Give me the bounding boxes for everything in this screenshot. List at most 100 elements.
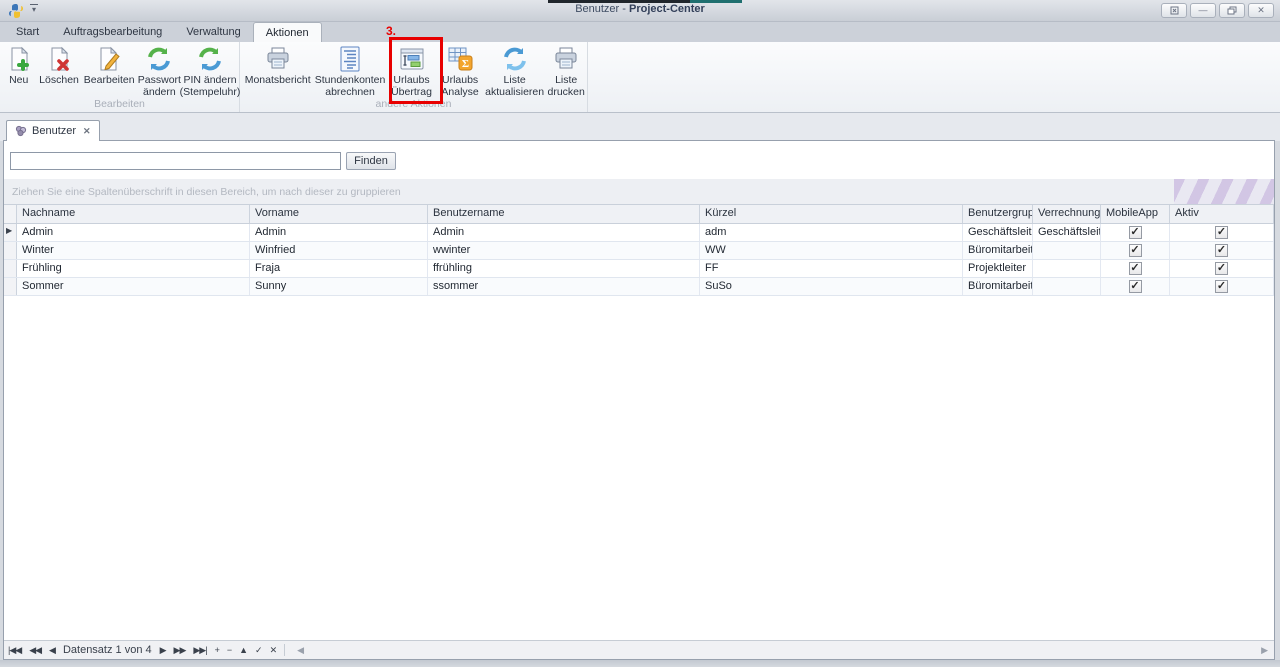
group-by-hint: Ziehen Sie eine Spaltenüberschrift in di…: [12, 185, 401, 198]
checkbox-checked[interactable]: ✓: [1215, 226, 1228, 239]
checkbox-checked[interactable]: ✓: [1128, 226, 1142, 239]
checkbox-checked[interactable]: ✓: [1215, 280, 1228, 293]
minimize-button[interactable]: —: [1190, 3, 1216, 18]
checkbox-checked[interactable]: ✓: [1215, 244, 1228, 257]
cell-nachname[interactable]: Admin: [17, 224, 250, 241]
cell-mobileapp[interactable]: ✓: [1101, 224, 1170, 241]
nav-cancel-icon[interactable]: ✕: [266, 645, 281, 656]
cell-verrechnungs[interactable]: [1033, 278, 1101, 295]
close-button[interactable]: ✕: [1248, 3, 1274, 18]
group-panel-decoration: [1174, 179, 1274, 204]
ribbon-tab-auftragsbearbeitung[interactable]: Auftragsbearbeitung: [51, 22, 174, 42]
tab-benutzer[interactable]: Benutzer ✕: [6, 120, 100, 141]
column-header-vorname[interactable]: Vorname: [250, 205, 428, 223]
column-header-verrechnungs[interactable]: Verrechnungs...: [1033, 205, 1101, 223]
finden-button[interactable]: Finden: [346, 152, 396, 170]
cell-kuerzel[interactable]: FF: [700, 260, 963, 277]
cell-kuerzel[interactable]: adm: [700, 224, 963, 241]
cell-vorname[interactable]: Admin: [250, 224, 428, 241]
search-input[interactable]: [10, 152, 341, 170]
analysis-table-sigma-icon: Σ: [447, 44, 473, 74]
nav-append-icon[interactable]: +: [211, 645, 223, 655]
cell-benutzername[interactable]: Admin: [428, 224, 700, 241]
app-window: ▾ Benutzer - Project-Center — ✕ Start Au…: [0, 0, 1280, 667]
stundenkonten-abrechnen-button[interactable]: Stundenkonten abrechnen: [314, 42, 385, 98]
annotation-step-number: 3.: [386, 24, 397, 38]
nav-prev-page-icon[interactable]: ◀◀: [25, 645, 45, 656]
cell-mobileapp[interactable]: ✓: [1101, 242, 1170, 259]
cell-verrechnungs[interactable]: Geschäftsleit...: [1033, 224, 1101, 241]
neu-button[interactable]: Neu: [1, 42, 36, 98]
cell-benutzername[interactable]: ffrühling: [428, 260, 700, 277]
urlaubs-uebertrag-button[interactable]: Urlaubs Übertrag: [386, 42, 438, 98]
column-header-mobileapp[interactable]: MobileApp: [1101, 205, 1170, 223]
nav-delete-icon[interactable]: −: [223, 645, 235, 655]
column-header-benutzergruppe[interactable]: Benutzergrup...: [963, 205, 1033, 223]
cell-nachname[interactable]: Sommer: [17, 278, 250, 295]
cell-vorname[interactable]: Sunny: [250, 278, 428, 295]
cell-benutzergruppe[interactable]: Büromitarbeiter: [963, 242, 1033, 259]
table-row[interactable]: Frühling Fraja ffrühling FF Projektleite…: [4, 260, 1274, 278]
cell-benutzername[interactable]: wwinter: [428, 242, 700, 259]
cell-vorname[interactable]: Fraja: [250, 260, 428, 277]
cell-kuerzel[interactable]: SuSo: [700, 278, 963, 295]
cell-nachname[interactable]: Winter: [17, 242, 250, 259]
cell-benutzername[interactable]: ssommer: [428, 278, 700, 295]
ribbon-tab-start[interactable]: Start: [4, 22, 51, 42]
nav-edit-icon[interactable]: ▲: [235, 645, 251, 655]
hscroll-right-icon[interactable]: ▶: [1261, 645, 1268, 656]
group-label-andere-aktionen: andere Aktionen: [375, 98, 452, 110]
nav-prev-icon[interactable]: ◀: [45, 645, 59, 656]
cell-benutzergruppe[interactable]: Projektleiter: [963, 260, 1033, 277]
cell-kuerzel[interactable]: WW: [700, 242, 963, 259]
checkbox-checked[interactable]: ✓: [1128, 262, 1142, 275]
restore-button[interactable]: [1219, 3, 1245, 18]
group-by-panel[interactable]: Ziehen Sie eine Spaltenüberschrift in di…: [4, 179, 1274, 205]
table-row[interactable]: Sommer Sunny ssommer SuSo Büromitarbeite…: [4, 278, 1274, 296]
column-header-benutzername[interactable]: Benutzername: [428, 205, 700, 223]
liste-drucken-button[interactable]: Liste drucken: [546, 42, 586, 98]
loeschen-button[interactable]: Löschen: [36, 42, 81, 98]
benutzer-panel: Finden Ziehen Sie eine Spaltenüberschrif…: [3, 140, 1275, 660]
nav-next-icon[interactable]: ▶: [156, 645, 170, 656]
cell-aktiv[interactable]: ✓: [1170, 278, 1274, 295]
cell-benutzergruppe[interactable]: Geschäftsleit...: [963, 224, 1033, 241]
users-tab-icon: [15, 125, 27, 137]
cell-verrechnungs[interactable]: [1033, 260, 1101, 277]
ribbon-tab-verwaltung[interactable]: Verwaltung: [174, 22, 252, 42]
tab-benutzer-label: Benutzer: [32, 125, 77, 137]
nav-next-page-icon[interactable]: ▶▶: [170, 645, 190, 656]
urlaubs-analyse-button[interactable]: Σ Urlaubs Analyse: [437, 42, 483, 98]
vacation-carryover-icon: [399, 44, 425, 74]
grid-header-row: Nachname Vorname Benutzername Kürzel Ben…: [4, 205, 1274, 224]
fullscreen-button[interactable]: [1161, 3, 1187, 18]
checkbox-checked[interactable]: ✓: [1128, 244, 1142, 257]
bearbeiten-button[interactable]: Bearbeiten: [82, 42, 137, 98]
cell-mobileapp[interactable]: ✓: [1101, 278, 1170, 295]
cell-aktiv[interactable]: ✓: [1170, 242, 1274, 259]
pin-aendern-button[interactable]: PIN ändern (Stempeluhr): [180, 42, 240, 98]
checkbox-checked[interactable]: ✓: [1128, 280, 1142, 293]
liste-aktualisieren-button[interactable]: Liste aktualisieren: [483, 42, 546, 98]
cell-aktiv[interactable]: ✓: [1170, 224, 1274, 241]
monatsbericht-button[interactable]: Monatsbericht: [241, 42, 314, 98]
nav-first-icon[interactable]: |◀◀: [4, 645, 25, 656]
cell-benutzergruppe[interactable]: Büromitarbeiter: [963, 278, 1033, 295]
column-header-nachname[interactable]: Nachname: [17, 205, 250, 223]
ribbon-tab-aktionen[interactable]: Aktionen: [252, 22, 322, 42]
tab-close-icon[interactable]: ✕: [81, 126, 91, 137]
column-header-aktiv[interactable]: Aktiv: [1170, 205, 1274, 223]
cell-verrechnungs[interactable]: [1033, 242, 1101, 259]
cell-aktiv[interactable]: ✓: [1170, 260, 1274, 277]
cell-nachname[interactable]: Frühling: [17, 260, 250, 277]
cell-mobileapp[interactable]: ✓: [1101, 260, 1170, 277]
nav-last-icon[interactable]: ▶▶|: [189, 645, 210, 656]
table-row[interactable]: ▶ Admin Admin Admin adm Geschäftsleit...…: [4, 224, 1274, 242]
nav-post-icon[interactable]: ✓: [251, 645, 266, 656]
table-row[interactable]: Winter Winfried wwinter WW Büromitarbeit…: [4, 242, 1274, 260]
checkbox-checked[interactable]: ✓: [1215, 262, 1228, 275]
passwort-aendern-button[interactable]: Passwort ändern: [137, 42, 182, 98]
hscroll-left-icon[interactable]: ◀: [293, 645, 307, 656]
column-header-kuerzel[interactable]: Kürzel: [700, 205, 963, 223]
cell-vorname[interactable]: Winfried: [250, 242, 428, 259]
